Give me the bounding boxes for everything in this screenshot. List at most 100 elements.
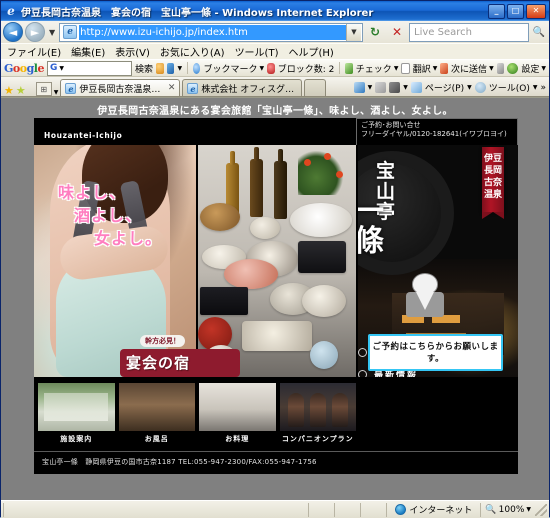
zoom-caret-icon[interactable]: ▼: [526, 506, 531, 513]
google-search-button[interactable]: 検索: [135, 62, 153, 75]
tab-close-icon[interactable]: ✕: [168, 83, 176, 93]
tools-menu-label[interactable]: ツール(O): [489, 81, 530, 94]
maximize-button[interactable]: □: [507, 3, 524, 19]
security-zone-label: インターネット: [409, 506, 473, 516]
hero-catchcopy: 味よし、 酒よし、 女よし。: [48, 181, 190, 251]
page-headline: 伊豆長岡古奈温泉にある宴会旅館「宝山亭一條」、味よし、酒よし、女よし。: [97, 106, 453, 117]
thumbnail-image-bath: [118, 383, 195, 431]
tab-favicon-icon: e: [65, 82, 77, 94]
menu-item-edit[interactable]: 編集(E): [71, 44, 105, 59]
browser-window: e 伊豆長岡古奈温泉 宴会の宿 宝山亭一條 - Windows Internet…: [0, 0, 550, 518]
internet-globe-icon: [395, 504, 407, 515]
print-icon[interactable]: [389, 82, 401, 93]
print-caret-icon[interactable]: ▼: [403, 84, 408, 91]
page-menu-label[interactable]: ページ(P): [425, 81, 464, 94]
tab-izu-ichijo[interactable]: e 伊豆長岡古奈温泉 宴... ✕: [60, 79, 181, 96]
google-settings-button[interactable]: 設定 ▼: [521, 62, 546, 75]
thumbnail-image-facilities: [38, 383, 115, 431]
security-zone-indicator[interactable]: インターネット: [386, 502, 480, 517]
thumbnail-facilities[interactable]: 施設案内: [38, 383, 115, 445]
thumbnail-bath[interactable]: お風呂: [118, 383, 195, 445]
page-icon: e: [63, 25, 78, 39]
google-extra-caret-icon[interactable]: ▼: [177, 65, 182, 72]
tools-menu-caret-icon[interactable]: ▼: [533, 84, 538, 91]
thumbnail-image-cuisine: [199, 383, 276, 431]
dish-icon-1: [200, 203, 240, 231]
dish-icon-6: [224, 259, 278, 289]
new-tab-button[interactable]: [304, 79, 327, 96]
zoom-control[interactable]: 🔍 100% ▼: [480, 502, 535, 517]
browser-chrome: ◄ ► ▼ e http://www.izu-ichijo.jp/index.h…: [1, 21, 549, 98]
navigation-bar: ◄ ► ▼ e http://www.izu-ichijo.jp/index.h…: [1, 21, 549, 43]
google-popup-blocker-button[interactable]: ブロック数: 2: [278, 62, 335, 75]
quick-tabs-button[interactable]: ⊞: [35, 82, 52, 96]
address-input[interactable]: http://www.izu-ichijo.jp/index.htm: [79, 24, 346, 40]
thumbnail-cuisine[interactable]: お料理: [199, 383, 276, 445]
refresh-button[interactable]: ↻: [365, 22, 385, 42]
logo-kanji-big-2: 條: [356, 224, 384, 259]
translate-icon[interactable]: [401, 62, 410, 74]
minimize-button[interactable]: _: [488, 3, 505, 19]
add-to-favorites-icon[interactable]: ★: [16, 85, 26, 96]
google-spellcheck-button[interactable]: チェック ▼: [356, 62, 399, 75]
home-caret-icon[interactable]: ▼: [368, 84, 373, 91]
companion-figure-3: [331, 393, 348, 427]
stop-button[interactable]: ✕: [387, 22, 407, 42]
send-icon[interactable]: [440, 62, 449, 74]
google-search-caret-icon[interactable]: ▼: [59, 65, 64, 72]
menu-item-file[interactable]: ファイル(E): [7, 44, 61, 59]
google-popup-blocker-label: ブロック数: 2: [277, 64, 335, 75]
settings-icon[interactable]: [507, 62, 519, 74]
resize-grip[interactable]: [535, 503, 547, 516]
google-search-label: 検索: [135, 64, 154, 75]
google-extra-icon-2[interactable]: [166, 62, 175, 74]
pencil-icon[interactable]: [496, 62, 505, 74]
google-translate-button[interactable]: 翻訳 ▼: [413, 62, 438, 75]
back-button[interactable]: ◄: [3, 22, 23, 42]
favorites-center-icon[interactable]: ★: [4, 85, 14, 96]
site-header: Houzantei-Ichijo ご予約･お問い合せ フリーダイヤル/0120-…: [34, 118, 518, 145]
toolbar-overflow-icon[interactable]: »: [540, 83, 546, 93]
page-menu-icon[interactable]: [410, 82, 422, 93]
menu-item-help[interactable]: ヘルプ(H): [288, 44, 333, 59]
thumbnail-companion-plan[interactable]: コンパニオンプラン: [279, 383, 356, 445]
dish-icon-7: [298, 241, 346, 273]
menu-item-view[interactable]: 表示(V): [115, 44, 150, 59]
status-bar: インターネット 🔍 100% ▼: [1, 500, 549, 518]
google-sendto-button[interactable]: 次に送信 ▼: [451, 62, 494, 75]
close-button[interactable]: ✕: [526, 3, 546, 19]
page-viewport: 伊豆長岡古奈温泉にある宴会旅館「宝山亭一條」、味よし、酒よし、女よし。 Houz…: [1, 98, 549, 500]
google-bookmarks-button[interactable]: ブックマーク ▼: [203, 62, 264, 75]
block-icon[interactable]: [267, 62, 275, 74]
address-dropdown-icon[interactable]: ▼: [346, 23, 361, 41]
check-icon[interactable]: [345, 62, 353, 74]
feeds-icon[interactable]: [375, 82, 387, 93]
home-icon[interactable]: [353, 82, 365, 93]
tab-bar: ★ ★ ⊞ ▼ e 伊豆長岡古奈温泉 宴... ✕ e 株式会社 オフィスグルー…: [1, 77, 549, 97]
bullet-icon-2: [358, 369, 367, 377]
zoom-level-label: 100%: [498, 504, 525, 515]
search-input[interactable]: Live Search: [409, 22, 529, 42]
tab-office-group[interactable]: e 株式会社 オフィスグルー：静...: [182, 79, 303, 96]
window-title: 伊豆長岡古奈温泉 宴会の宿 宝山亭一條 - Windows Internet E…: [21, 7, 374, 19]
address-bar[interactable]: e http://www.izu-ichijo.jp/index.htm ▼: [59, 22, 363, 42]
tab-label-2: 株式会社 オフィスグルー：静...: [201, 84, 297, 95]
google-search-input[interactable]: G ▼: [46, 60, 133, 76]
star-icon[interactable]: [192, 62, 201, 74]
forward-button[interactable]: ►: [25, 22, 45, 42]
search-icon[interactable]: 🔍: [531, 27, 547, 38]
companion-figure-1: [287, 393, 304, 427]
menu-item-tools[interactable]: ツール(T): [235, 44, 279, 59]
menu-item-favorites[interactable]: お気に入り(A): [160, 44, 225, 59]
chevron-down-icon-5: ▼: [541, 64, 547, 72]
tab-list-caret-icon[interactable]: ▼: [54, 89, 59, 96]
chevron-down-icon-2: ▼: [393, 64, 399, 72]
google-logo-icon: Google: [4, 61, 44, 75]
thumbnail-image-companion-plan: [279, 383, 356, 431]
history-dropdown-button[interactable]: ▼: [47, 28, 57, 37]
tools-menu-icon[interactable]: [474, 82, 486, 93]
google-extra-icon-1[interactable]: [156, 62, 164, 74]
reservation-button[interactable]: ご予約はこちらからお願いします。: [368, 334, 503, 371]
page-menu-caret-icon[interactable]: ▼: [467, 84, 472, 91]
bottle-icon-2: [250, 147, 263, 217]
